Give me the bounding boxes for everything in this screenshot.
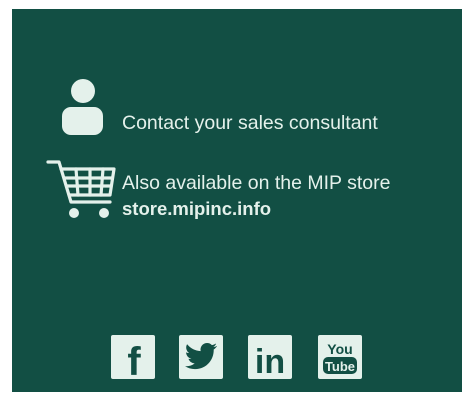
shopping-cart-icon	[46, 160, 116, 218]
contact-sales-text: Contact your sales consultant	[122, 112, 378, 134]
store-link[interactable]: store.mipinc.info	[122, 198, 271, 220]
linkedin-icon[interactable]: in	[248, 335, 292, 379]
youtube-icon[interactable]: You Tube	[318, 335, 362, 379]
youtube-glyph-top: You	[327, 341, 352, 357]
youtube-glyph-bottom: Tube	[325, 359, 355, 374]
linkedin-glyph: in	[255, 343, 285, 379]
facebook-icon[interactable]: f	[111, 335, 155, 379]
person-icon	[62, 79, 103, 135]
twitter-icon[interactable]	[179, 335, 223, 379]
contact-panel: Contact your sales consultant Also avail…	[12, 9, 462, 392]
facebook-glyph: f	[127, 340, 141, 379]
store-availability-text: Also available on the MIP store	[122, 172, 391, 194]
